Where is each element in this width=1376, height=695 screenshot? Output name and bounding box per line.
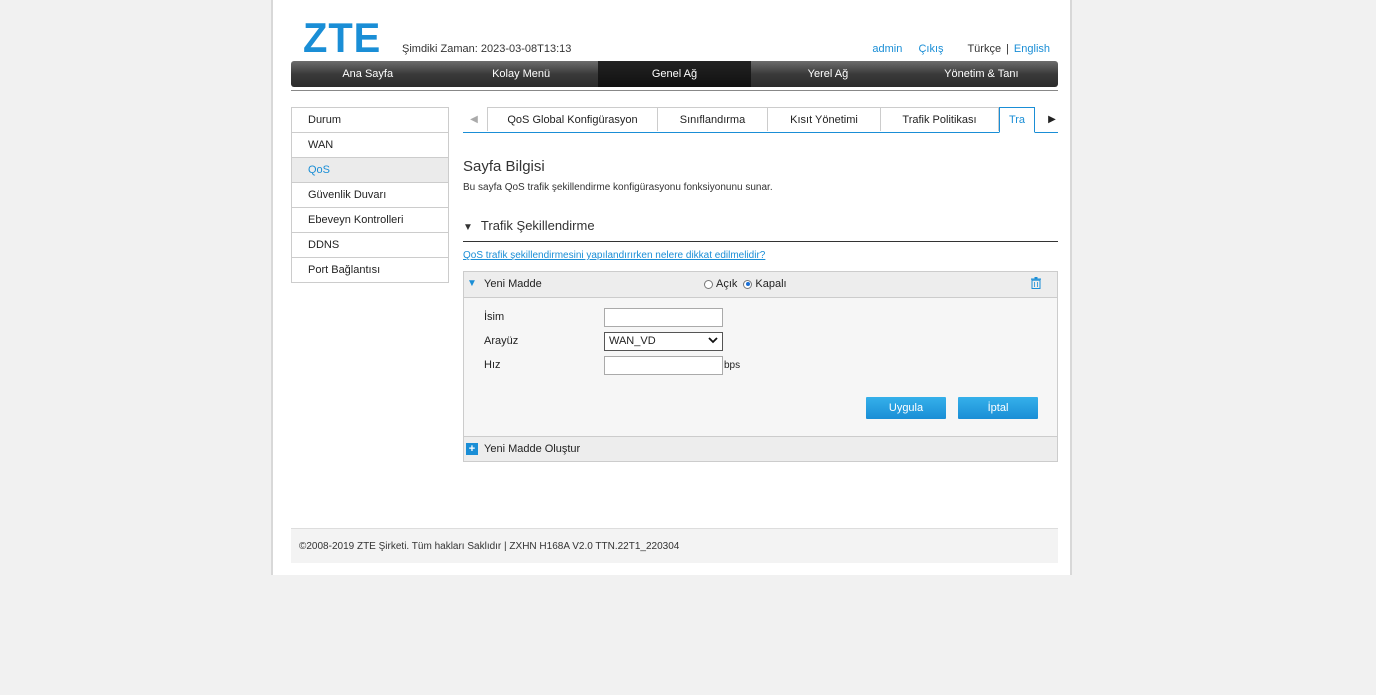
tab-scroll-right-icon[interactable]: ▶ <box>1041 107 1063 132</box>
panel-title: Yeni Madde <box>484 278 542 290</box>
lang-english-link[interactable]: English <box>1014 43 1050 55</box>
sidebar-item-ddns[interactable]: DDNS <box>292 232 448 257</box>
logout-link[interactable]: Çıkış <box>918 43 943 55</box>
plus-icon[interactable]: + <box>466 443 478 455</box>
help-link[interactable]: QoS trafik şekillendirmesini yapılandırı… <box>463 250 765 261</box>
enable-radio-group: Açık Kapalı <box>704 278 787 290</box>
lang-separator: | <box>1006 43 1009 55</box>
section-divider <box>463 241 1058 242</box>
current-time: Şimdiki Zaman: 2023-03-08T13:13 <box>402 43 572 55</box>
sidebar-item-wan[interactable]: WAN <box>292 132 448 157</box>
radio-on-label: Açık <box>716 278 738 290</box>
section-header[interactable]: ▼ Trafik Şekillendirme <box>463 218 595 233</box>
page-description: Bu sayfa QoS trafik şekillendirme konfig… <box>463 182 773 193</box>
collapse-triangle-icon: ▼ <box>463 222 473 233</box>
apply-button[interactable]: Uygula <box>866 397 946 419</box>
name-input[interactable] <box>604 308 723 327</box>
interface-select[interactable]: WAN_VD <box>604 332 723 351</box>
footer: ©2008-2019 ZTE Şirketi. Tüm hakları Sakl… <box>291 528 1058 563</box>
sidebar: Durum WAN QoS Güvenlik Duvarı Ebeveyn Ko… <box>291 107 449 283</box>
speed-input[interactable] <box>604 356 723 375</box>
nav-internet[interactable]: Genel Ağ <box>597 61 752 87</box>
tab-qos-global[interactable]: QoS Global Konfigürasyon <box>487 107 658 131</box>
nav-divider <box>291 90 1058 91</box>
trash-icon[interactable] <box>1031 277 1041 289</box>
sidebar-item-firewall[interactable]: Güvenlik Duvarı <box>292 182 448 207</box>
panel-footer: + Yeni Madde Oluştur <box>464 436 1057 461</box>
section-title: Trafik Şekillendirme <box>480 218 595 233</box>
sidebar-item-qos[interactable]: QoS <box>292 157 448 182</box>
zte-logo: ZTE <box>303 14 382 61</box>
radio-off[interactable] <box>743 279 753 289</box>
sidebar-item-status[interactable]: Durum <box>292 107 448 132</box>
lang-turkish: Türkçe <box>967 43 1002 55</box>
nav-management[interactable]: Yönetim & Tanı <box>905 61 1058 87</box>
tab-bar: ◀ QoS Global Konfigürasyon Sınıflandırma… <box>463 107 1058 133</box>
radio-off-label: Kapalı <box>755 278 787 290</box>
top-links: admin Çıkış Türkçe | English <box>872 43 1050 55</box>
admin-link[interactable]: admin <box>872 43 902 55</box>
sidebar-item-port-binding[interactable]: Port Bağlantısı <box>292 257 448 282</box>
tab-scroll-left-icon[interactable]: ◀ <box>463 107 485 132</box>
page-title: Sayfa Bilgisi <box>463 158 545 175</box>
nav-home[interactable]: Ana Sayfa <box>291 61 444 87</box>
main-nav: Ana Sayfa Kolay Menü Genel Ağ Yerel Ağ Y… <box>291 61 1058 87</box>
tab-limit-management[interactable]: Kısıt Yönetimi <box>767 107 881 131</box>
speed-label: Hız <box>484 359 501 371</box>
nav-easy-menu[interactable]: Kolay Menü <box>444 61 597 87</box>
nav-local-network[interactable]: Yerel Ağ <box>751 61 904 87</box>
create-new-item[interactable]: Yeni Madde Oluştur <box>484 443 580 455</box>
chevron-down-icon <box>708 337 718 344</box>
tab-traffic-shaping[interactable]: Tra <box>999 107 1035 133</box>
panel-header: ▼ Yeni Madde Açık Kapalı <box>464 272 1057 298</box>
speed-unit: bps <box>724 360 741 371</box>
page-container: ZTE Şimdiki Zaman: 2023-03-08T13:13 admi… <box>271 0 1072 575</box>
new-item-panel: ▼ Yeni Madde Açık Kapalı İsim Arayüz WAN… <box>463 271 1058 462</box>
tab-traffic-policy[interactable]: Trafik Politikası <box>880 107 999 131</box>
interface-selected-value: WAN_VD <box>609 335 656 347</box>
name-label: İsim <box>484 311 505 323</box>
radio-on[interactable] <box>704 279 713 289</box>
expand-triangle-icon[interactable]: ▼ <box>467 278 477 289</box>
interface-label: Arayüz <box>484 335 519 347</box>
tab-classification[interactable]: Sınıflandırma <box>657 107 768 131</box>
sidebar-item-parental-controls[interactable]: Ebeveyn Kontrolleri <box>292 207 448 232</box>
cancel-button[interactable]: İptal <box>958 397 1038 419</box>
